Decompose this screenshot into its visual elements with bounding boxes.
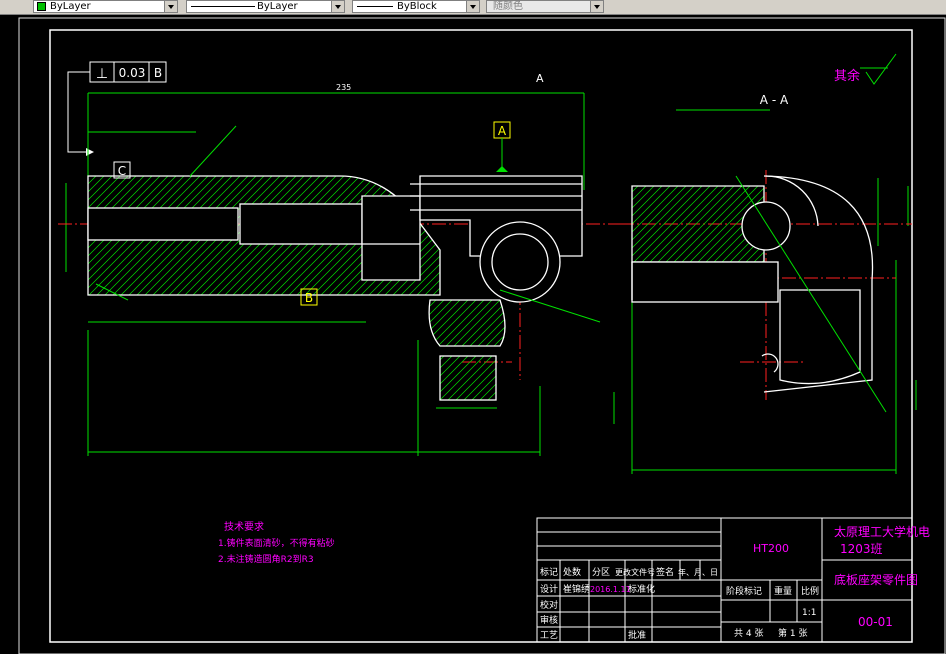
tb-col-count: 处数 [563, 566, 581, 578]
tech-title: 技术要求 [224, 520, 264, 533]
plotstyle-combo-value: 随颜色 [493, 1, 523, 12]
tb-col-doc: 更改文件号 [615, 567, 655, 577]
tb-col-sign: 签名 [656, 566, 674, 578]
svg-text:B: B [305, 291, 313, 305]
drawing-canvas[interactable]: ⊥ 0.03 B A B C A - A A 其余 235 技术要求 1.铸件表… [0, 14, 946, 654]
weight-label: 重量 [774, 585, 792, 597]
stage-label: 阶段标记 [726, 585, 762, 597]
tb-col-zone: 分区 [592, 567, 610, 578]
tolerance-frame: ⊥ 0.03 B [67, 61, 167, 156]
designer-name: 崔锦绣 [563, 583, 590, 595]
section-view [631, 175, 874, 393]
svg-text:C: C [118, 164, 126, 178]
chevron-down-icon[interactable] [164, 1, 177, 12]
chevron-down-icon [590, 1, 603, 12]
others-label: 其余 [834, 68, 860, 84]
material: HT200 [753, 542, 789, 555]
tech-line-1: 1.铸件表面清砂，不得有粘砂 [218, 537, 335, 549]
color-combo[interactable]: ByLayer [33, 0, 178, 13]
section-mark: A [536, 72, 544, 85]
approve-label: 批准 [628, 629, 646, 641]
lineweight-combo[interactable]: ByBlock [352, 0, 480, 13]
check-label: 校对 [540, 599, 558, 611]
plotstyle-combo: 随颜色 [486, 0, 604, 13]
overall-dim: 235 [336, 83, 351, 92]
svg-text:A: A [498, 124, 507, 138]
linetype-combo[interactable]: ByLayer [186, 0, 345, 13]
color-combo-value: ByLayer [50, 1, 91, 12]
section-label: A - A [760, 93, 789, 107]
school-line-2: 1203班 [840, 542, 883, 556]
green-swatch-icon [37, 2, 46, 11]
part-name: 底板座架零件图 [834, 572, 918, 587]
linetype-preview-icon [191, 6, 255, 7]
lineweight-preview-icon [357, 6, 393, 7]
design-date: 2016.1.11 [590, 585, 631, 594]
chevron-down-icon[interactable] [331, 1, 344, 12]
properties-toolbar: ByLayer ByLayer ByBlock 随颜色 [0, 0, 946, 15]
scale-value: 1:1 [802, 608, 816, 618]
front-view [87, 175, 583, 401]
lineweight-combo-value: ByBlock [397, 1, 437, 12]
designer-label: 设计 [540, 583, 558, 595]
tol-value: 0.03 [119, 66, 146, 80]
chevron-down-icon[interactable] [466, 1, 479, 12]
datum-a: A [493, 121, 511, 172]
review-label: 审核 [540, 614, 558, 626]
school-line-1: 太原理工大学机电 [834, 524, 930, 539]
sheet-number: 第 1 张 [778, 627, 807, 639]
sheet-count: 共 4 张 [734, 628, 763, 639]
tech-line-2: 2.未注铸造圆角R2到R3 [218, 553, 314, 565]
tol-datum: B [154, 66, 162, 80]
tb-col-date: 年、月、日 [678, 567, 718, 577]
standard-label: 标准化 [628, 583, 655, 595]
scale-label: 比例 [801, 585, 819, 597]
process-label: 工艺 [540, 630, 558, 641]
tb-col-mark: 标记 [540, 566, 558, 578]
drawing-no: 00-01 [858, 615, 893, 629]
perpendicularity-icon: ⊥ [96, 66, 108, 82]
linetype-combo-value: ByLayer [257, 1, 298, 12]
